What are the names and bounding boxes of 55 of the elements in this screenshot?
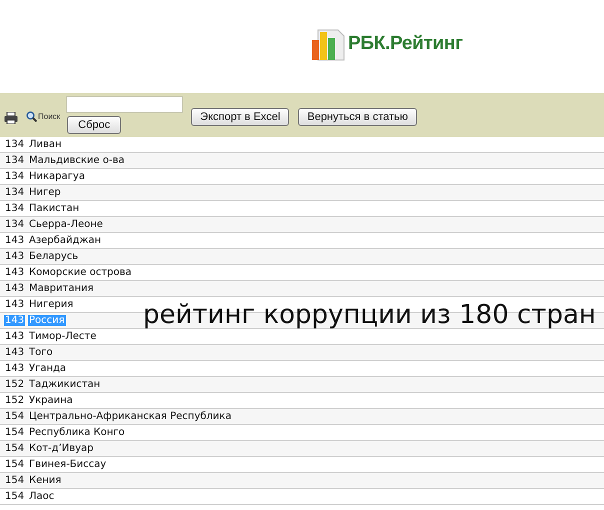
country-cell: Азербайджан (28, 235, 102, 246)
country-cell: Беларусь (28, 251, 80, 262)
rank-cell: 143 (4, 315, 26, 326)
rank-cell: 143 (4, 267, 26, 278)
rank-cell: 134 (4, 155, 26, 166)
country-cell: Сьерра-Леоне (28, 219, 104, 230)
country-cell: Россия (28, 315, 66, 326)
country-cell: Центрально-Африканская Республика (28, 411, 232, 422)
search-icon[interactable] (26, 110, 37, 122)
export-button[interactable]: Экспорт в Excel (191, 108, 290, 126)
rank-cell: 143 (4, 299, 26, 310)
reset-button[interactable]: Сброс (67, 116, 122, 134)
country-cell: Того (28, 347, 54, 358)
country-cell: Республика Конго (28, 427, 126, 438)
country-cell: Украина (28, 395, 74, 406)
rank-cell: 143 (4, 235, 26, 246)
rank-cell: 134 (4, 203, 26, 214)
country-cell: Гвинея-Биссау (28, 459, 108, 470)
printer-icon[interactable] (4, 112, 18, 124)
country-cell: Ливан (28, 139, 63, 150)
rank-cell: 143 (4, 251, 26, 262)
rank-cell: 152 (4, 395, 26, 406)
country-cell: Мавритания (28, 283, 95, 294)
country-cell: Пакистан (28, 203, 80, 214)
rank-cell: 134 (4, 171, 26, 182)
country-cell: Мальдивские о-ва (28, 155, 126, 166)
country-cell: Нигерия (28, 299, 74, 310)
country-cell: Лаос (28, 491, 56, 502)
country-cell: Уганда (28, 363, 68, 374)
rank-cell: 154 (4, 459, 26, 470)
rank-cell: 154 (4, 475, 26, 486)
country-cell: Таджикистан (28, 379, 102, 390)
rank-cell: 134 (4, 187, 26, 198)
rank-cell: 154 (4, 427, 26, 438)
rank-cell: 143 (4, 331, 26, 342)
rank-cell: 134 (4, 219, 26, 230)
rank-cell: 143 (4, 347, 26, 358)
country-cell: Никарагуа (28, 171, 86, 182)
search-label: Поиск (38, 112, 60, 120)
rank-cell: 154 (4, 411, 26, 422)
country-cell: Коморские острова (28, 267, 133, 278)
search-field[interactable] (66, 96, 184, 113)
rank-cell: 154 (4, 443, 26, 454)
rank-cell: 154 (4, 491, 26, 502)
country-cell: Тимор-Лесте (28, 331, 98, 342)
country-cell: Кения (28, 475, 62, 486)
country-cell: Нигер (28, 187, 62, 198)
rank-cell: 143 (4, 363, 26, 374)
rank-cell: 134 (4, 139, 26, 150)
logo-text: РБК.Рейтинг (348, 32, 463, 54)
rank-cell: 152 (4, 379, 26, 390)
back-button[interactable]: Вернуться в статью (298, 108, 417, 126)
rank-cell: 143 (4, 283, 26, 294)
caption-text: рейтинг коррупции из 180 стран (143, 300, 596, 330)
country-cell: Кот-д’Ивуар (28, 443, 95, 454)
